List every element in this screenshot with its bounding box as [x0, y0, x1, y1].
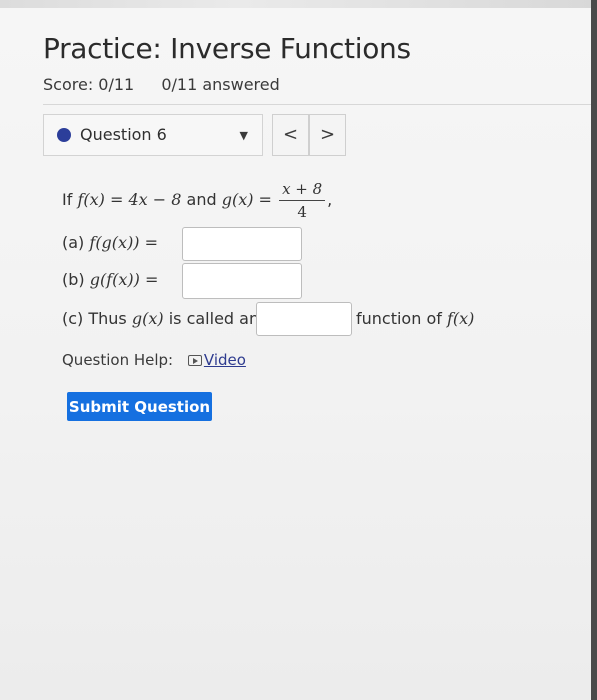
next-question-button[interactable]: >: [309, 114, 346, 156]
part-c-label: (c) Thus: [62, 309, 127, 328]
problem-statement: If f(x) = 4x − 8 and g(x) = x + 8 4 ,: [62, 180, 332, 221]
question-selector[interactable]: Question 6 ▼: [43, 114, 263, 156]
video-play-icon[interactable]: [187, 355, 202, 366]
problem-and: and: [186, 190, 217, 209]
part-a-expression: f(g(x)) =: [89, 233, 159, 252]
g-numerator: x + 8: [279, 180, 326, 201]
f-definition: f(x) = 4x − 8: [77, 190, 182, 209]
part-b-expression: g(f(x)) =: [89, 270, 159, 289]
dropdown-caret-icon: ▼: [239, 129, 248, 142]
part-b: (b) g(f(x)) =: [62, 270, 158, 289]
answer-b-input[interactable]: [182, 263, 302, 299]
previous-question-button[interactable]: <: [272, 114, 309, 156]
video-help-link[interactable]: Video: [204, 351, 246, 369]
score-row: Score: 0/11 0/11 answered: [43, 75, 280, 94]
part-c-g: g(x): [131, 309, 164, 328]
browser-top-strip: [0, 0, 597, 8]
answer-c-input[interactable]: [256, 302, 352, 336]
answered-count: 0/11 answered: [161, 75, 280, 94]
part-b-label: (b): [62, 270, 85, 289]
answer-a-input[interactable]: [182, 227, 302, 261]
problem-intro: If: [62, 190, 73, 209]
question-help-label: Question Help:: [62, 351, 174, 369]
problem-comma: ,: [327, 190, 333, 209]
part-c-suffix: function of: [356, 309, 442, 328]
page-title: Practice: Inverse Functions: [43, 32, 411, 65]
question-selector-label: Question 6: [80, 125, 167, 144]
part-c-tail: function of f(x): [356, 309, 474, 328]
score-text: Score: 0/11: [43, 75, 135, 94]
practice-page: Practice: Inverse Functions Score: 0/11 …: [0, 0, 597, 700]
part-a-label: (a): [62, 233, 85, 252]
header-divider: [43, 104, 591, 105]
question-status-dot-icon: [57, 128, 71, 142]
screen-bezel-edge: [591, 0, 597, 700]
question-help: Question Help: Video: [62, 351, 246, 369]
g-lhs: g(x) =: [221, 190, 272, 209]
part-c: (c) Thus g(x) is called an: [62, 309, 259, 328]
part-c-middle: is called an: [168, 309, 260, 328]
g-fraction: x + 8 4: [279, 180, 326, 221]
part-c-f: f(x): [446, 309, 475, 328]
g-denominator: 4: [297, 203, 307, 221]
submit-question-button[interactable]: Submit Question: [67, 392, 212, 421]
part-a: (a) f(g(x)) =: [62, 233, 158, 252]
